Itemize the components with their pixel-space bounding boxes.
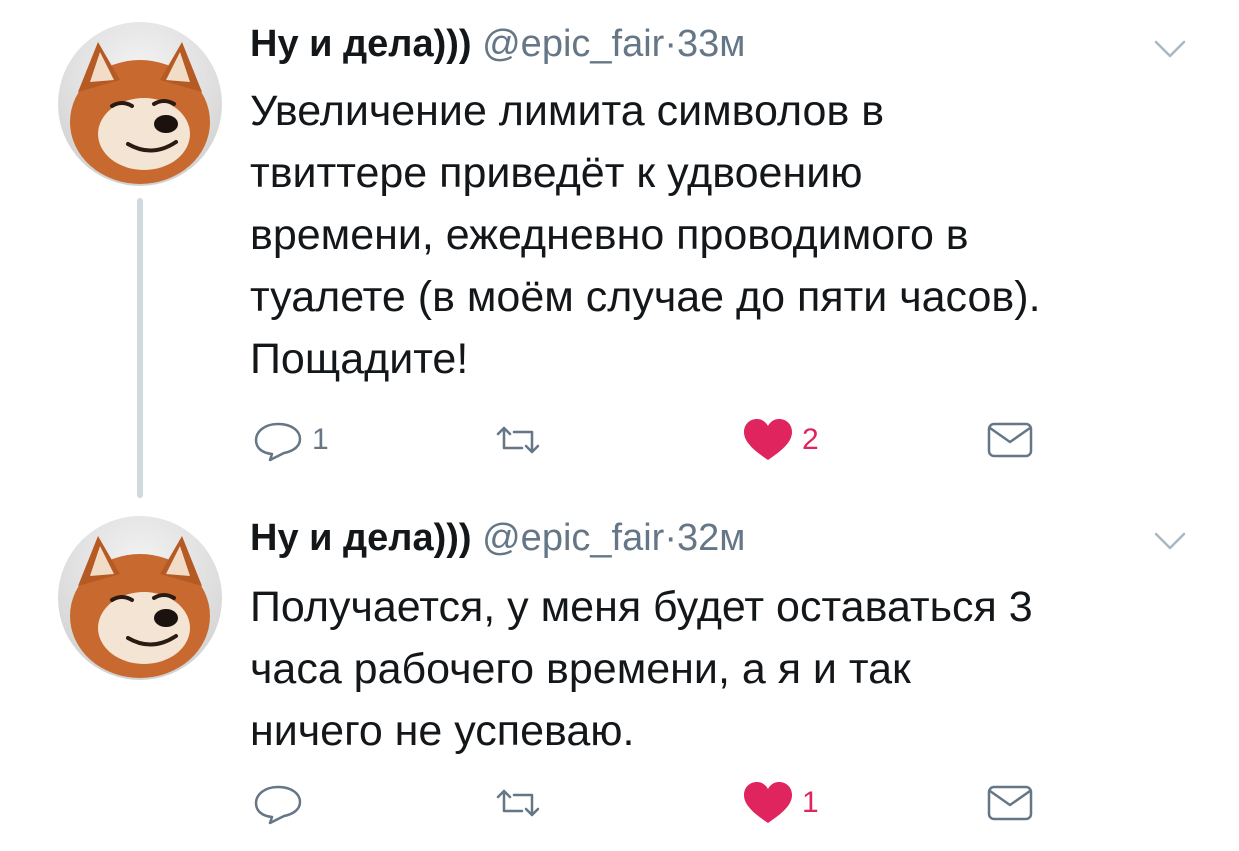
- tweet-header: Ну и дела))) @epic_fair·32м: [250, 514, 745, 562]
- more-options-button[interactable]: [1150, 34, 1190, 62]
- direct-message-button[interactable]: [985, 778, 1035, 828]
- header-separator: ·: [664, 517, 677, 559]
- thread-connector-line: [137, 198, 143, 498]
- retweet-button[interactable]: [490, 778, 552, 828]
- chevron-down-icon: [1154, 40, 1186, 58]
- tweet[interactable]: Ну и дела))) @epic_fair·33м Увеличение л…: [0, 0, 1239, 498]
- tweet-timestamp[interactable]: 33м: [677, 23, 745, 65]
- retweet-icon: [496, 789, 540, 817]
- shiba-avatar-image: [70, 42, 210, 184]
- tweet-timestamp[interactable]: 32м: [677, 517, 745, 559]
- heart-icon: [744, 419, 792, 460]
- retweet-button[interactable]: [490, 415, 552, 465]
- tweet[interactable]: Ну и дела))) @epic_fair·32м Получается, …: [0, 498, 1239, 851]
- avatar[interactable]: [58, 22, 222, 186]
- avatar[interactable]: [58, 516, 222, 680]
- like-button[interactable]: 2: [740, 415, 819, 465]
- retweet-icon: [496, 426, 540, 454]
- like-count: 2: [802, 423, 819, 456]
- author-name[interactable]: Ну и дела))): [250, 517, 472, 559]
- like-button[interactable]: 1: [740, 778, 819, 828]
- envelope-icon: [987, 785, 1033, 821]
- author-name[interactable]: Ну и дела))): [250, 23, 472, 65]
- like-count: 1: [802, 786, 819, 819]
- header-separator: ·: [664, 23, 677, 65]
- tweet-actions: 1 2: [250, 415, 1100, 465]
- shiba-avatar-image: [70, 536, 210, 678]
- tweet-text: Увеличение лимита символов в твиттере пр…: [250, 87, 1041, 383]
- heart-icon: [744, 782, 792, 823]
- tweet-text: Получается, у меня будет оставаться 3 ча…: [250, 583, 1033, 755]
- chevron-down-icon: [1154, 532, 1186, 550]
- more-options-button[interactable]: [1150, 526, 1190, 554]
- reply-button[interactable]: [250, 778, 312, 828]
- reply-count: 1: [312, 423, 329, 456]
- reply-bubble-icon: [254, 785, 302, 825]
- author-handle[interactable]: @epic_fair: [482, 23, 664, 65]
- reply-button[interactable]: 1: [250, 415, 329, 465]
- author-handle[interactable]: @epic_fair: [482, 517, 664, 559]
- direct-message-button[interactable]: [985, 415, 1035, 465]
- tweet-actions: 1: [250, 778, 1100, 828]
- reply-bubble-icon: [254, 422, 302, 462]
- tweet-header: Ну и дела))) @epic_fair·33м: [250, 20, 745, 68]
- envelope-icon: [987, 422, 1033, 458]
